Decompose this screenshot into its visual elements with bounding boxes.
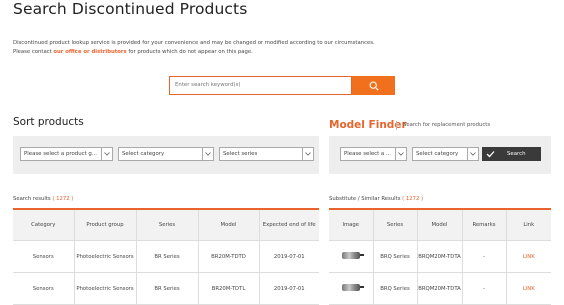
series-select-value: Select series bbox=[223, 151, 258, 157]
cell-end-of-life: 2019-07-01 bbox=[258, 240, 319, 273]
cell-model: BR20M-TDTD bbox=[197, 240, 259, 273]
chevron-down-icon bbox=[395, 148, 406, 160]
column-header: Series bbox=[135, 210, 198, 241]
table-header-row: Image Series Model Remarks Link bbox=[329, 210, 551, 241]
finder-category-select[interactable]: Select category bbox=[412, 147, 479, 161]
category-select-value: Select category bbox=[122, 151, 165, 157]
finder-category-value: Select category bbox=[416, 151, 459, 157]
finder-search-button[interactable]: Search bbox=[482, 147, 541, 161]
column-header: Category bbox=[13, 210, 74, 241]
keyword-search-bar bbox=[169, 76, 395, 97]
heading-divider bbox=[396, 121, 397, 130]
sort-products-heading: Sort products bbox=[13, 116, 84, 128]
search-results-count: ( 1272 ) bbox=[52, 196, 74, 202]
cell-image bbox=[329, 240, 373, 273]
column-header: Remarks bbox=[461, 210, 506, 241]
table-row[interactable]: BRQ Series BRQM20M-TDTA - LINK bbox=[329, 240, 551, 273]
column-header: Link bbox=[505, 210, 551, 241]
category-select[interactable]: Select category bbox=[118, 147, 214, 161]
page-title: Search Discontinued Products bbox=[13, 0, 248, 18]
chevron-down-icon bbox=[101, 148, 112, 160]
model-finder-subtitle: Search for replacement products bbox=[403, 122, 491, 128]
column-header: Series bbox=[372, 210, 417, 241]
model-finder-heading: Model Finder bbox=[329, 119, 407, 131]
product-link[interactable]: LINK bbox=[505, 240, 551, 273]
search-results-table: Category Product group Series Model Expe… bbox=[13, 210, 319, 305]
search-button[interactable] bbox=[352, 76, 395, 95]
column-header: Image bbox=[329, 210, 373, 241]
cell-remarks: - bbox=[461, 240, 506, 273]
column-header: Model bbox=[416, 210, 462, 241]
search-icon bbox=[369, 81, 379, 91]
finder-search-label: Search bbox=[507, 151, 526, 157]
cell-model: BRQM20M-TDTA bbox=[416, 240, 462, 273]
notice-text: Discontinued product lookup service is p… bbox=[13, 39, 375, 56]
finder-product-group-value: Please select a ... bbox=[344, 151, 392, 157]
chevron-down-icon bbox=[302, 148, 313, 160]
cell-series: BRQ Series bbox=[372, 240, 417, 273]
table-header-row: Category Product group Series Model Expe… bbox=[13, 210, 319, 241]
series-select[interactable]: Select series bbox=[219, 147, 314, 161]
cell-product-group: Photoelectric Sensors bbox=[73, 240, 136, 273]
finder-product-group-select[interactable]: Please select a ... bbox=[340, 147, 407, 161]
substitute-results-table: Image Series Model Remarks Link BRQ Seri… bbox=[329, 210, 551, 305]
product-group-select-value: Please select a product g... bbox=[24, 151, 97, 157]
column-header: Model bbox=[197, 210, 259, 241]
product-group-select[interactable]: Please select a product g... bbox=[20, 147, 113, 161]
table-row[interactable]: Sensors Photoelectric Sensors BR Series … bbox=[13, 240, 319, 273]
substitute-results-count: ( 1272 ) bbox=[402, 196, 424, 202]
search-results-label: Search results ( 1272 ) bbox=[13, 196, 73, 202]
column-header: Product group bbox=[73, 210, 136, 241]
notice-line-2-prefix: Please contact bbox=[13, 48, 54, 55]
cell-category: Sensors bbox=[13, 240, 74, 273]
notice-line-2-suffix: for products which do not appear on this… bbox=[126, 48, 253, 55]
notice-line-2: Please contact our office or distributor… bbox=[13, 48, 375, 57]
substitute-results-text: Substitute / Similar Results bbox=[329, 196, 401, 202]
contact-link[interactable]: our office or distributors bbox=[53, 49, 126, 55]
check-icon bbox=[486, 151, 495, 158]
chevron-down-icon bbox=[467, 148, 478, 160]
substitute-results-label: Substitute / Similar Results ( 1272 ) bbox=[329, 196, 423, 202]
notice-line-1: Discontinued product lookup service is p… bbox=[13, 40, 375, 46]
search-results-text: Search results bbox=[13, 196, 51, 202]
product-thumbnail bbox=[341, 284, 364, 291]
chevron-down-icon bbox=[202, 148, 213, 160]
cell-series: BR Series bbox=[135, 240, 198, 273]
search-input[interactable] bbox=[169, 76, 352, 95]
product-thumbnail bbox=[341, 252, 364, 259]
column-header: Expected end of life bbox=[258, 210, 319, 241]
